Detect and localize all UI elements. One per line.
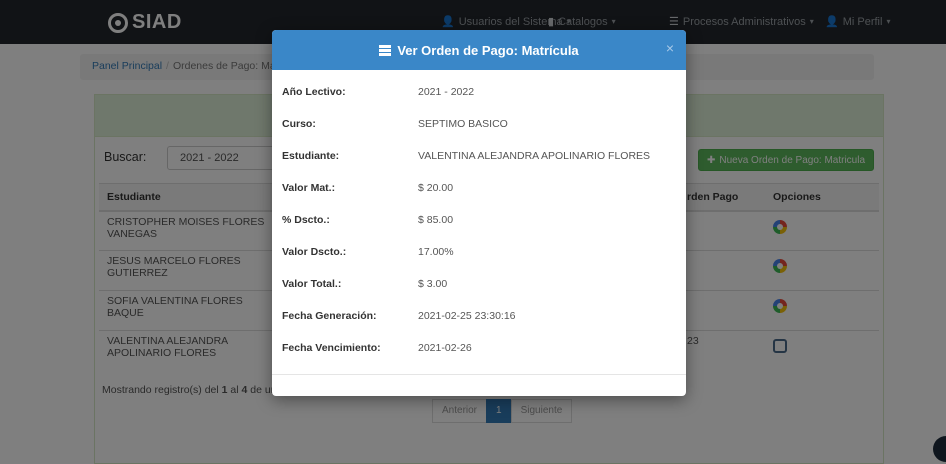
detail-value: $ 20.00 bbox=[418, 182, 454, 194]
close-icon[interactable]: × bbox=[666, 40, 674, 56]
detail-label: Valor Mat.: bbox=[282, 182, 336, 194]
detail-row-fecha-vencimiento: Fecha Vencimiento: 2021-02-26 bbox=[272, 332, 686, 364]
detail-row-ano-lectivo: Año Lectivo: 2021 - 2022 bbox=[272, 76, 686, 108]
detail-value: 17.00% bbox=[418, 246, 454, 258]
detail-value: SEPTIMO BASICO bbox=[418, 118, 508, 130]
detail-label: Valor Total.: bbox=[282, 278, 342, 290]
modal-title: Ver Orden de Pago: Matrícula bbox=[397, 42, 579, 58]
payment-order-modal: Ver Orden de Pago: Matrícula × Año Lecti… bbox=[272, 30, 686, 396]
detail-row-valor-mat: Valor Mat.: $ 20.00 bbox=[272, 172, 686, 204]
detail-row-valor-total: Valor Total.: $ 3.00 bbox=[272, 268, 686, 300]
detail-row-estudiante: Estudiante: VALENTINA ALEJANDRA APOLINAR… bbox=[272, 140, 686, 172]
detail-label: Valor Dscto.: bbox=[282, 246, 347, 258]
detail-row-curso: Curso: SEPTIMO BASICO bbox=[272, 108, 686, 140]
detail-label: Fecha Vencimiento: bbox=[282, 342, 381, 354]
detail-value: $ 3.00 bbox=[418, 278, 448, 290]
detail-value: VALENTINA ALEJANDRA APOLINARIO FLORES bbox=[418, 150, 651, 162]
detail-row-dscto: % Dscto.: $ 85.00 bbox=[272, 204, 686, 236]
detail-label: Curso: bbox=[282, 118, 316, 130]
detail-row-fecha-generacion: Fecha Generación: 2021-02-25 23:30:16 bbox=[272, 300, 686, 332]
detail-value: 2021 - 2022 bbox=[418, 86, 475, 98]
detail-value: $ 85.00 bbox=[418, 214, 454, 226]
detail-value: 2021-02-26 bbox=[418, 342, 472, 354]
detail-row-valor-dscto: Valor Dscto.: 17.00% bbox=[272, 236, 686, 268]
detail-label: Año Lectivo: bbox=[282, 86, 346, 98]
detail-label: % Dscto.: bbox=[282, 214, 330, 226]
modal-header: Ver Orden de Pago: Matrícula × bbox=[272, 30, 686, 70]
detail-value: 2021-02-25 23:30:16 bbox=[418, 310, 516, 322]
detail-label: Estudiante: bbox=[282, 150, 340, 162]
detail-label: Fecha Generación: bbox=[282, 310, 377, 322]
modal-body: Año Lectivo: 2021 - 2022 Curso: SEPTIMO … bbox=[272, 70, 686, 364]
modal-footer bbox=[272, 374, 686, 396]
list-alt-icon bbox=[379, 44, 392, 56]
